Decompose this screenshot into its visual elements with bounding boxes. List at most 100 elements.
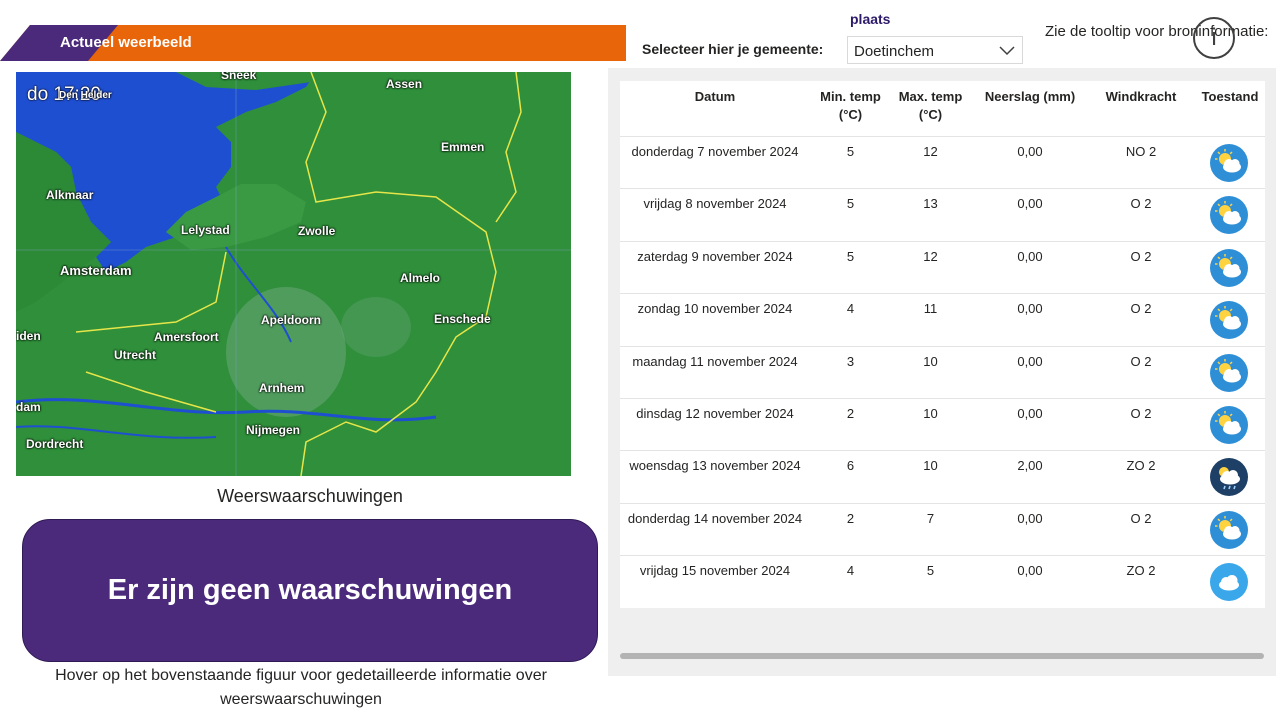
city-label: Enschede [434, 312, 491, 326]
cell-date: vrijdag 15 november 2024 [639, 563, 791, 578]
sun-cloud-icon [1210, 196, 1248, 234]
cell-max-temp: 5 [926, 563, 935, 578]
city-label: dam [16, 400, 41, 414]
cell-min-temp: 5 [846, 196, 855, 211]
table-header: Datum Min. temp (°C) Max. temp (°C) Neer… [620, 81, 1265, 136]
municipality-select-label: Selecteer hier je gemeente: [642, 41, 824, 57]
cell-wind: O 2 [1130, 196, 1152, 211]
cell-precip: 2,00 [1017, 458, 1043, 473]
cell-max-temp: 10 [923, 458, 938, 473]
cell-precip: 0,00 [1017, 196, 1043, 211]
horizontal-scrollbar[interactable] [620, 653, 1264, 659]
cell-wind: O 2 [1130, 354, 1152, 369]
warnings-title: Weerswaarschuwingen [217, 486, 403, 506]
cell-precip: 0,00 [1017, 354, 1043, 369]
cell-wind: ZO 2 [1126, 563, 1156, 578]
header-banner: Actueel weerbeeld [0, 25, 626, 61]
table-row[interactable]: vrijdag 15 november 2024 4 5 0,00 ZO 2 [620, 555, 1265, 608]
column-header-wind[interactable]: Windkracht [1097, 88, 1185, 106]
cell-wind: O 2 [1130, 301, 1152, 316]
hover-note: Hover op het bovenstaande figuur voor ge… [55, 667, 547, 708]
cell-date: vrijdag 8 november 2024 [643, 196, 787, 211]
cell-date: zaterdag 9 november 2024 [637, 249, 793, 264]
table-row[interactable]: donderdag 14 november 2024 2 7 0,00 O 2 [620, 503, 1265, 556]
cell-min-temp: 2 [846, 406, 855, 421]
sun-cloud-icon [1210, 144, 1248, 182]
column-header-state[interactable]: Toestand [1192, 88, 1268, 106]
cell-precip: 0,00 [1017, 406, 1043, 421]
cell-wind: O 2 [1130, 249, 1152, 264]
forecast-table[interactable]: Datum Min. temp (°C) Max. temp (°C) Neer… [620, 81, 1265, 608]
city-label: Emmen [441, 140, 485, 154]
city-label: Amersfoort [154, 330, 219, 344]
cell-wind: NO 2 [1125, 144, 1157, 159]
cell-min-temp: 5 [846, 144, 855, 159]
cell-min-temp: 6 [846, 458, 855, 473]
cell-date: donderdag 14 november 2024 [627, 511, 803, 526]
chevron-down-icon [999, 46, 1015, 56]
city-label: Alkmaar [46, 188, 94, 202]
weather-radar-map[interactable]: do 17:20 Sneek Den Helder Assen Emmen Al… [16, 72, 571, 476]
cell-max-temp: 10 [923, 406, 938, 421]
cell-min-temp: 3 [846, 354, 855, 369]
sun-cloud-icon [1210, 249, 1248, 287]
table-row[interactable]: zondag 10 november 2024 4 11 0,00 O 2 [620, 293, 1265, 346]
city-label: Apeldoorn [261, 313, 321, 327]
city-label: Assen [386, 77, 423, 91]
column-header-precip[interactable]: Neerslag (mm) [977, 88, 1083, 106]
table-row[interactable]: vrijdag 8 november 2024 5 13 0,00 O 2 [620, 188, 1265, 241]
cell-date: zondag 10 november 2024 [637, 301, 793, 316]
city-label: Dordrecht [26, 437, 84, 451]
sun-cloud-icon [1210, 301, 1248, 339]
city-label: Amsterdam [60, 263, 132, 278]
rain-cloud-icon [1210, 458, 1248, 496]
cell-min-temp: 4 [846, 563, 855, 578]
table-row[interactable]: maandag 11 november 2024 3 10 0,00 O 2 [620, 346, 1265, 399]
cell-max-temp: 10 [923, 354, 938, 369]
cell-precip: 0,00 [1017, 563, 1043, 578]
table-row[interactable]: donderdag 7 november 2024 5 12 0,00 NO 2 [620, 136, 1265, 189]
table-row[interactable]: zaterdag 9 november 2024 5 12 0,00 O 2 [620, 241, 1265, 294]
cell-min-temp: 5 [846, 249, 855, 264]
city-label: iden [16, 329, 41, 343]
cell-date: donderdag 7 november 2024 [631, 144, 799, 159]
city-label: Lelystad [181, 223, 230, 237]
city-label: Arnhem [259, 381, 305, 395]
cell-precip: 0,00 [1017, 511, 1043, 526]
cell-wind: O 2 [1130, 406, 1152, 421]
municipality-dropdown[interactable]: Doetinchem [847, 36, 1023, 64]
sun-cloud-icon [1210, 511, 1248, 549]
table-row[interactable]: dinsdag 12 november 2024 2 10 0,00 O 2 [620, 398, 1265, 451]
table-row[interactable]: woensdag 13 november 2024 6 10 2,00 ZO 2 [620, 450, 1265, 503]
selected-municipality: Doetinchem [854, 43, 935, 60]
cell-date: maandag 11 november 2024 [632, 354, 798, 369]
column-header-max-temp[interactable]: Max. temp (°C) [893, 88, 968, 124]
page-title: Actueel weerbeeld [60, 34, 192, 51]
cell-max-temp: 11 [923, 301, 938, 316]
cell-min-temp: 4 [846, 301, 855, 316]
cell-max-temp: 12 [923, 144, 938, 159]
city-label: Sneek [221, 72, 257, 82]
cell-max-temp: 13 [923, 196, 938, 211]
cell-max-temp: 7 [926, 511, 935, 526]
cell-max-temp: 12 [923, 249, 938, 264]
info-icon[interactable]: i [1193, 17, 1235, 59]
column-header-min-temp[interactable]: Min. temp (°C) [813, 88, 888, 124]
cloud-icon [1210, 563, 1248, 601]
cell-date: woensdag 13 november 2024 [629, 458, 801, 473]
city-label: Zwolle [298, 224, 336, 238]
warnings-message: Er zijn geen waarschuwingen [107, 574, 513, 606]
city-label: Den Helder [59, 90, 112, 101]
place-label: plaats [850, 11, 891, 27]
warnings-card[interactable]: Er zijn geen waarschuwingen [22, 519, 598, 662]
cell-date: dinsdag 12 november 2024 [636, 406, 794, 421]
city-label: Utrecht [114, 348, 157, 362]
sun-cloud-icon [1210, 354, 1248, 392]
cell-precip: 0,00 [1017, 301, 1043, 316]
cell-wind: O 2 [1130, 511, 1152, 526]
cell-wind: ZO 2 [1126, 458, 1156, 473]
cell-precip: 0,00 [1017, 249, 1043, 264]
sun-cloud-icon [1210, 406, 1248, 444]
column-header-date[interactable]: Datum [620, 88, 810, 106]
city-label: Nijmegen [246, 423, 301, 437]
